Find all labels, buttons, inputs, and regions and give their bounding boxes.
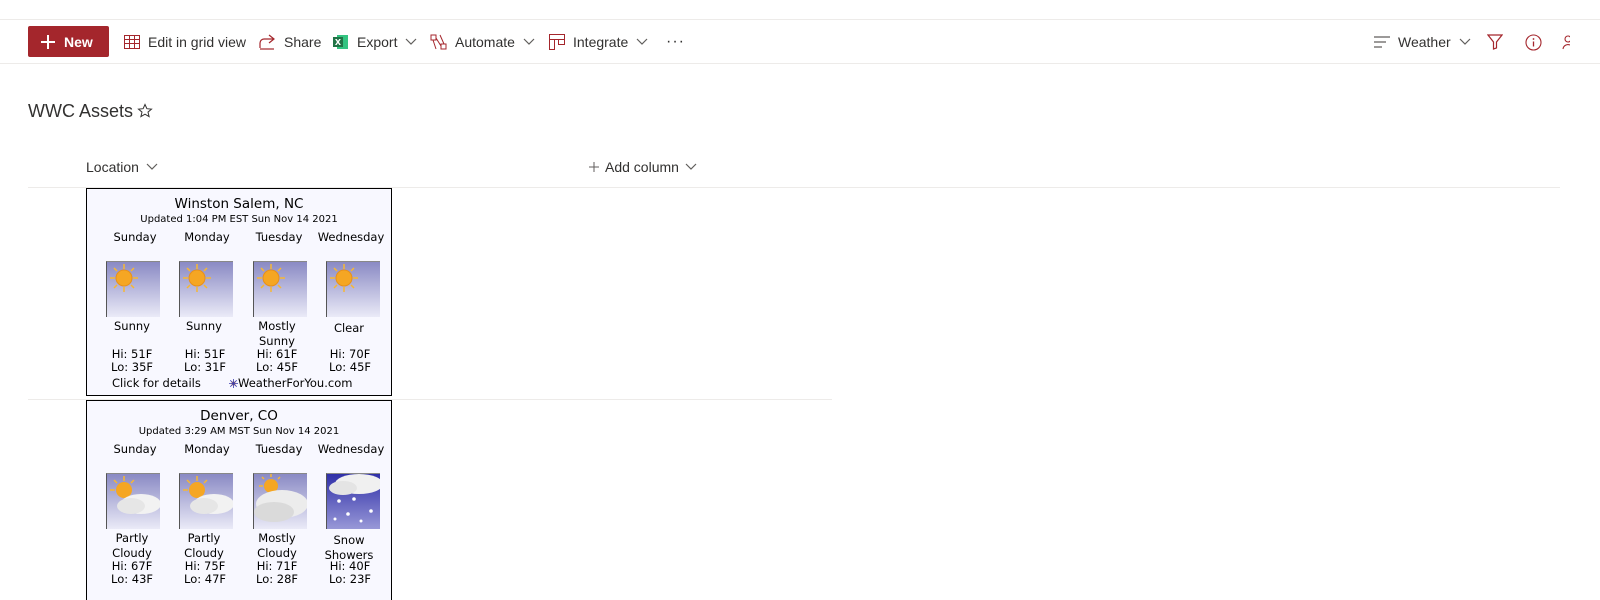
weather-day: Tuesday (255, 442, 303, 456)
filter-icon (1487, 34, 1503, 50)
weather-condition: Mostly Cloudy (257, 531, 297, 560)
add-column-button[interactable]: Add column (589, 150, 697, 184)
add-column-label: Add column (605, 159, 679, 175)
chevron-down-icon (146, 163, 158, 170)
mostly-cloudy-icon (253, 473, 307, 529)
weather-condition: Partly Cloudy (184, 531, 224, 560)
weatherforyou-logo-icon (229, 378, 238, 388)
weather-updated: Updated 1:04 PM EST Sun Nov 14 2021 (140, 214, 338, 225)
excel-icon: X (333, 35, 348, 49)
integrate-button[interactable]: Integrate (549, 20, 648, 64)
weather-day: Sunday (113, 230, 157, 244)
weather-temps: Hi: 67F Lo: 43F (110, 559, 154, 586)
edit-grid-view-button[interactable]: Edit in grid view (124, 20, 246, 64)
sunny-icon (179, 261, 233, 317)
weather-condition: Clear (333, 321, 365, 335)
grid-icon (124, 35, 140, 49)
view-selector[interactable]: Weather (1374, 20, 1471, 64)
new-button[interactable]: New (28, 26, 109, 57)
export-label: Export (357, 34, 398, 50)
weather-day: Wednesday (317, 442, 385, 456)
weatherforyou-link[interactable]: WeatherForYou.com (229, 376, 352, 390)
plus-icon (41, 34, 55, 49)
weather-details-link[interactable]: Click for details (112, 376, 201, 390)
page-title: WWC Assets (28, 101, 134, 121)
command-bar: New Edit in grid view Share X Export Aut… (0, 20, 1600, 64)
automate-label: Automate (455, 34, 515, 50)
edit-grid-view-label: Edit in grid view (148, 34, 247, 50)
chevron-down-icon (1459, 38, 1471, 45)
export-button[interactable]: X Export (333, 20, 417, 64)
chevron-down-icon (636, 38, 648, 45)
weather-temps: Hi: 51F Lo: 35F (110, 347, 154, 374)
view-selector-label: Weather (1398, 34, 1451, 50)
chevron-down-icon (406, 38, 417, 45)
weather-condition: Sunny (114, 319, 150, 333)
weather-day: Monday (184, 230, 230, 244)
weather-updated: Updated 3:29 AM MST Sun Nov 14 2021 (138, 426, 340, 437)
share-people-button[interactable] (1560, 20, 1570, 64)
favorite-star-icon[interactable] (137, 103, 153, 119)
automate-button[interactable]: Automate (430, 20, 535, 64)
weather-temps: Hi: 75F Lo: 47F (183, 559, 227, 586)
weather-condition: Partly Cloudy (112, 531, 152, 560)
share-button[interactable]: Share (259, 20, 321, 64)
column-location-label: Location (86, 159, 139, 175)
partly-cloudy-icon (179, 473, 233, 529)
weather-day: Sunday (113, 442, 157, 456)
info-button[interactable] (1525, 20, 1542, 64)
more-icon: ··· (666, 33, 685, 50)
weather-widget-denver[interactable]: Denver, CO Updated 3:29 AM MST Sun Nov 1… (86, 400, 392, 600)
weather-temps: Hi: 71F Lo: 28F (255, 559, 299, 586)
person-icon (1562, 35, 1570, 50)
weather-day: Tuesday (255, 230, 303, 244)
automate-icon (430, 34, 447, 50)
plus-icon (589, 162, 599, 172)
sunny-icon (253, 261, 307, 317)
integrate-label: Integrate (573, 34, 629, 50)
weather-widget-winston-salem[interactable]: Winston Salem, NC Updated 1:04 PM EST Su… (86, 188, 392, 396)
info-icon (1525, 33, 1542, 51)
weather-day: Monday (184, 442, 230, 456)
svg-text:X: X (335, 38, 342, 47)
filter-button[interactable] (1487, 20, 1503, 64)
sunny-icon (106, 261, 160, 317)
weather-temps: Hi: 61F Lo: 45F (255, 347, 299, 374)
weather-city: Denver, CO (200, 408, 278, 424)
weatherforyou-label: WeatherForYou.com (238, 376, 353, 390)
share-label: Share (284, 34, 322, 50)
weather-temps: Hi: 70F Lo: 45F (328, 347, 372, 374)
view-list-icon (1374, 36, 1390, 48)
weather-day: Wednesday (317, 230, 385, 244)
clear-icon (326, 261, 380, 317)
weather-condition: Mostly Sunny (258, 319, 296, 348)
column-header-location[interactable]: Location (86, 150, 158, 184)
more-options-button[interactable]: ··· (666, 20, 685, 64)
share-icon (259, 34, 275, 50)
list-column-header: Location Add column (28, 150, 1560, 188)
integrate-icon (549, 34, 565, 50)
weather-temps: Hi: 40F Lo: 23F (328, 559, 372, 586)
new-button-label: New (64, 33, 93, 50)
weather-temps: Hi: 51F Lo: 31F (183, 347, 227, 374)
snow-showers-icon (326, 473, 380, 529)
chevron-down-icon (685, 163, 697, 170)
weather-city: Winston Salem, NC (174, 196, 304, 212)
chevron-down-icon (523, 38, 535, 45)
weather-condition: Sunny (186, 319, 222, 333)
partly-cloudy-icon (106, 473, 160, 529)
